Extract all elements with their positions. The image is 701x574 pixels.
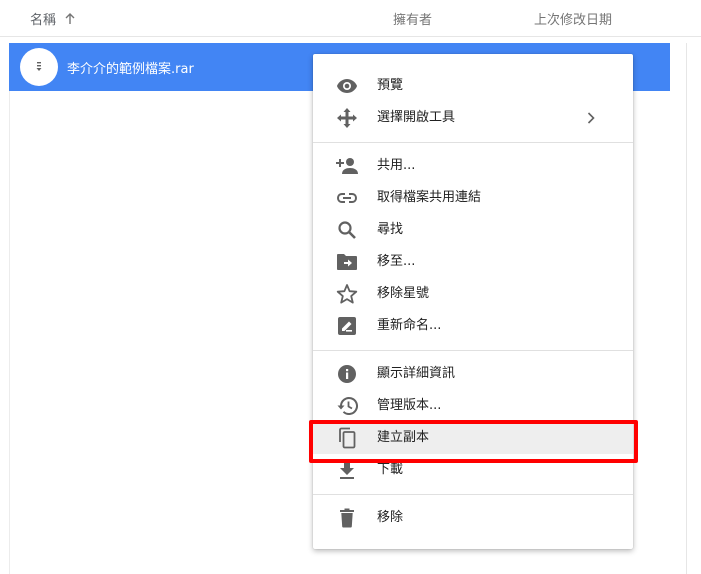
column-header-bar: 名稱 擁有者 上次修改日期 xyxy=(0,0,701,37)
menu-item-rename[interactable]: 重新命名... xyxy=(313,310,633,342)
menu-item-move-to[interactable]: 移至... xyxy=(313,246,633,278)
info-icon xyxy=(335,362,359,386)
menu-divider xyxy=(313,142,633,143)
menu-item-label: 顯示詳細資訊 xyxy=(377,366,456,381)
menu-item-label: 移除星號 xyxy=(377,286,430,301)
menu-divider xyxy=(313,350,633,351)
menu-item-make-copy[interactable]: 建立副本 xyxy=(313,422,633,454)
move-arrows-icon xyxy=(335,106,359,130)
menu-item-remove[interactable]: 移除 xyxy=(313,502,633,534)
menu-item-manage-versions[interactable]: 管理版本... xyxy=(313,390,633,422)
name-column-label: 名稱 xyxy=(30,13,57,28)
menu-item-details[interactable]: 顯示詳細資訊 xyxy=(313,358,633,390)
sort-up-arrow-icon xyxy=(64,12,76,25)
link-icon xyxy=(335,186,359,210)
menu-item-label: 尋找 xyxy=(377,222,404,237)
history-icon xyxy=(335,394,359,418)
archive-icon xyxy=(20,48,58,86)
menu-item-preview[interactable]: 預覽 xyxy=(313,70,633,102)
download-icon xyxy=(335,458,359,482)
chevron-right-icon xyxy=(583,110,599,126)
folder-move-icon xyxy=(335,250,359,274)
rename-icon xyxy=(335,314,359,338)
menu-item-label: 移除 xyxy=(377,510,404,525)
copy-icon xyxy=(335,426,359,450)
star-outline-icon xyxy=(335,282,359,306)
eye-icon xyxy=(335,74,359,98)
menu-item-get-link[interactable]: 取得檔案共用連結 xyxy=(313,182,633,214)
person-add-icon xyxy=(335,154,359,178)
context-menu: 預覽 選擇開啟工具 共用... 取得檔案共用連結 尋找 移至... 移除星號 重… xyxy=(313,54,633,549)
menu-item-download[interactable]: 下載 xyxy=(313,454,633,486)
owner-column-label: 擁有者 xyxy=(393,13,433,28)
menu-item-label: 預覽 xyxy=(377,78,404,93)
menu-item-label: 建立副本 xyxy=(377,430,430,445)
file-name: 李介介的範例檔案.rar xyxy=(67,62,194,77)
menu-item-label: 重新命名... xyxy=(377,318,442,333)
menu-item-label: 下載 xyxy=(377,462,404,477)
menu-item-label: 取得檔案共用連結 xyxy=(377,190,482,205)
menu-item-share[interactable]: 共用... xyxy=(313,150,633,182)
menu-item-label: 選擇開啟工具 xyxy=(377,110,456,125)
menu-item-search[interactable]: 尋找 xyxy=(313,214,633,246)
menu-item-open-with[interactable]: 選擇開啟工具 xyxy=(313,102,633,134)
menu-item-label: 共用... xyxy=(377,158,416,173)
menu-divider xyxy=(313,494,633,495)
trash-icon xyxy=(335,506,359,530)
modified-date-column-label: 上次修改日期 xyxy=(534,13,613,28)
menu-item-label: 移至... xyxy=(377,254,416,269)
menu-item-remove-star[interactable]: 移除星號 xyxy=(313,278,633,310)
search-icon xyxy=(335,218,359,242)
sort-by-name-button[interactable]: 名稱 xyxy=(30,9,76,28)
menu-item-label: 管理版本... xyxy=(377,398,442,413)
